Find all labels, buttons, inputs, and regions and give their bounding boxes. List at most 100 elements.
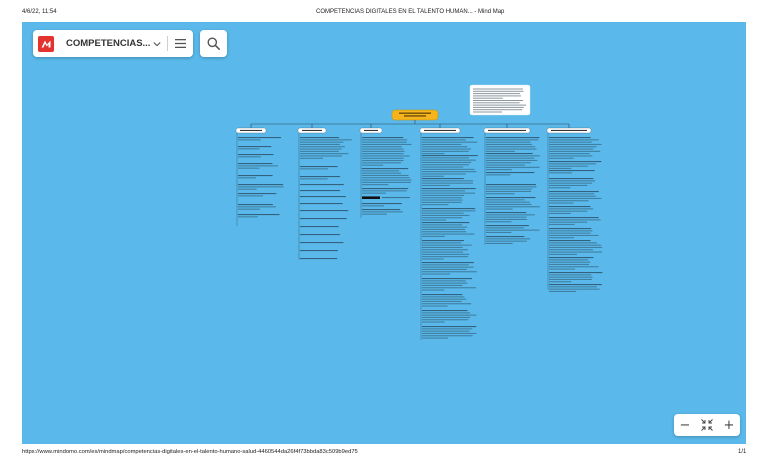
map-title[interactable]: COMPETENCIAS... — [66, 38, 150, 49]
central-topic-node[interactable] — [391, 109, 439, 121]
text-line — [362, 153, 404, 155]
text-line — [362, 137, 404, 139]
search-icon — [207, 37, 220, 50]
text-line — [549, 290, 577, 292]
text-line — [549, 155, 593, 157]
text-line — [362, 213, 387, 215]
text-line — [238, 139, 261, 141]
text-line — [486, 172, 535, 174]
text-line — [486, 184, 536, 186]
text-line — [549, 223, 575, 225]
text-line — [422, 268, 467, 270]
zoom-in-button[interactable]: + — [718, 414, 740, 436]
text-line — [549, 163, 597, 165]
text-line — [300, 157, 324, 159]
text-line — [486, 193, 515, 195]
text-line — [422, 258, 444, 260]
highlighted-text — [362, 196, 380, 199]
text-line — [422, 166, 464, 168]
text-line — [422, 303, 472, 305]
text-line — [549, 284, 602, 286]
fit-to-screen-button[interactable] — [696, 414, 718, 436]
text-line — [422, 282, 468, 284]
text-line — [549, 202, 574, 204]
text-line — [422, 173, 466, 175]
text-line — [300, 137, 340, 139]
zoom-controls: − + — [674, 414, 740, 436]
text-line — [486, 162, 531, 164]
hamburger-menu-icon — [174, 39, 186, 48]
text-line — [549, 157, 574, 159]
text-line — [422, 231, 467, 233]
text-line — [486, 242, 513, 244]
menu-button[interactable] — [174, 38, 186, 50]
text-line — [362, 205, 385, 207]
text-line — [422, 153, 445, 155]
text-line — [422, 273, 451, 275]
text-line — [238, 163, 273, 165]
text-line — [549, 141, 592, 143]
text-line — [300, 176, 341, 178]
text-line — [549, 180, 596, 182]
text-line — [486, 197, 536, 199]
note-text-line — [473, 104, 527, 106]
text-line — [486, 227, 525, 229]
text-line — [422, 335, 473, 337]
text-line — [422, 180, 474, 182]
text-line — [300, 148, 342, 150]
text-line — [422, 182, 473, 184]
text-line — [422, 312, 471, 314]
text-line — [486, 137, 540, 139]
text-line — [238, 165, 278, 167]
zoom-out-button[interactable]: − — [674, 414, 696, 436]
text-line — [422, 141, 478, 143]
text-line — [549, 184, 588, 186]
text-line — [549, 266, 599, 268]
text-line — [422, 284, 463, 286]
text-line — [422, 178, 464, 180]
text-line — [486, 174, 511, 176]
text-line — [486, 146, 536, 148]
text-line — [549, 206, 591, 208]
text-line — [549, 274, 592, 276]
text-line — [362, 184, 389, 186]
text-line — [300, 150, 339, 152]
text-line — [362, 160, 404, 162]
text-line — [422, 294, 463, 296]
text-line — [422, 157, 469, 159]
text-line — [422, 159, 476, 161]
text-line — [486, 153, 533, 155]
text-line — [422, 305, 448, 307]
text-line — [422, 249, 468, 251]
text-line — [549, 276, 593, 278]
text-line — [549, 234, 599, 236]
fit-to-screen-icon — [701, 419, 713, 431]
text-line — [422, 296, 465, 298]
search-button[interactable] — [200, 30, 227, 57]
text-line — [238, 206, 276, 208]
text-line — [362, 188, 409, 190]
text-line — [549, 139, 599, 141]
text-line — [362, 179, 412, 181]
text-line — [549, 237, 575, 239]
text-line — [238, 137, 281, 139]
text-line — [486, 214, 535, 216]
text-line — [422, 148, 472, 150]
text-line — [549, 195, 596, 197]
text-line — [549, 143, 602, 145]
text-line — [422, 150, 469, 152]
mindomo-logo-icon[interactable] — [38, 35, 54, 52]
text-line — [549, 200, 589, 202]
text-line — [422, 337, 448, 339]
text-line — [549, 167, 572, 169]
chevron-down-icon[interactable] — [153, 40, 162, 48]
note-text-line — [473, 97, 503, 99]
text-line — [362, 177, 410, 179]
text-line — [549, 242, 597, 244]
text-line — [422, 190, 466, 192]
text-line — [549, 261, 591, 263]
text-line — [422, 210, 476, 212]
text-line — [422, 298, 467, 300]
text-line — [549, 210, 588, 212]
text-line — [238, 216, 258, 218]
